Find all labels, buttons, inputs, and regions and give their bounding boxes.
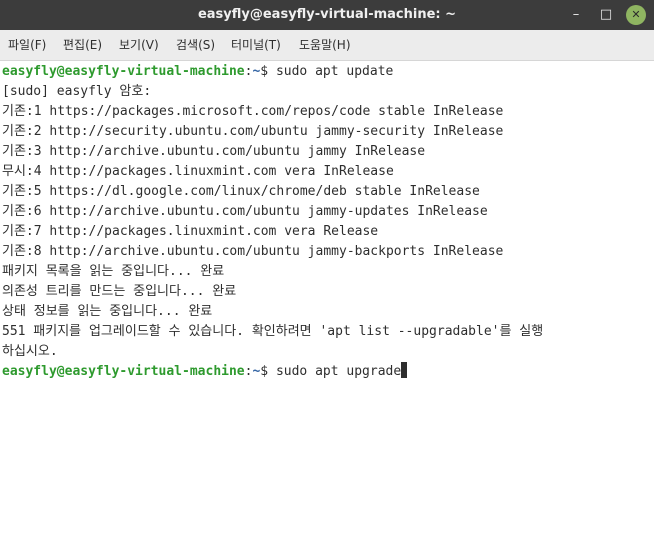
output-line: 기존:7 http://packages.linuxmint.com vera … — [2, 224, 379, 239]
output-line: 기존:1 https://packages.microsoft.com/repo… — [2, 104, 504, 119]
prompt-line: easyfly@easyfly-virtual-machine:~$ sudo … — [2, 362, 408, 382]
output-line: 하십시오. — [2, 344, 58, 359]
prompt-user-host: easyfly@easyfly-virtual-machine — [2, 64, 245, 79]
output-line: 기존:3 http://archive.ubuntu.com/ubuntu ja… — [2, 144, 426, 159]
menu-search[interactable]: 검색(S) — [176, 30, 215, 60]
menu-bar: 파일(F) 편집(E) 보기(V) 검색(S) 터미널(T) 도움말(H) — [0, 30, 654, 61]
minimize-button[interactable]: – — [566, 5, 586, 25]
text-cursor — [401, 362, 408, 378]
prompt-symbol: $ — [260, 64, 276, 79]
maximize-button[interactable]: □ — [596, 5, 616, 25]
output-line: 패키지 목록을 읽는 중입니다... 완료 — [2, 264, 225, 279]
output-line: 무시:4 http://packages.linuxmint.com vera … — [2, 164, 394, 179]
menu-help[interactable]: 도움말(H) — [299, 30, 351, 60]
close-button[interactable]: ✕ — [626, 5, 646, 25]
menu-edit[interactable]: 편집(E) — [63, 30, 102, 60]
prompt-user-host: easyfly@easyfly-virtual-machine — [2, 364, 245, 379]
output-line: 기존:2 http://security.ubuntu.com/ubuntu j… — [2, 124, 504, 139]
menu-view[interactable]: 보기(V) — [119, 30, 159, 60]
output-line: [sudo] easyfly 암호: — [2, 84, 152, 99]
prompt-line: easyfly@easyfly-virtual-machine:~$ sudo … — [2, 64, 394, 79]
prompt-symbol: $ — [260, 364, 276, 379]
terminal-output[interactable]: easyfly@easyfly-virtual-machine:~$ sudo … — [0, 61, 654, 542]
output-line: 551 패키지를 업그레이드할 수 있습니다. 확인하려면 'apt list … — [2, 324, 544, 339]
output-line: 기존:8 http://archive.ubuntu.com/ubuntu ja… — [2, 244, 504, 259]
output-line: 기존:6 http://archive.ubuntu.com/ubuntu ja… — [2, 204, 488, 219]
output-line: 기존:5 https://dl.google.com/linux/chrome/… — [2, 184, 480, 199]
output-line: 상태 정보를 읽는 중입니다... 완료 — [2, 304, 213, 319]
title-bar[interactable]: easyfly@easyfly-virtual-machine: ~ – □ ✕ — [0, 0, 654, 30]
command-text: sudo apt update — [275, 64, 394, 79]
window-title: easyfly@easyfly-virtual-machine: ~ — [197, 7, 457, 22]
menu-file[interactable]: 파일(F) — [8, 30, 46, 60]
menu-terminal[interactable]: 터미널(T) — [231, 30, 281, 60]
terminal-window: easyfly@easyfly-virtual-machine: ~ – □ ✕… — [0, 0, 654, 542]
command-text: sudo apt upgrade — [275, 364, 402, 379]
output-line: 의존성 트리를 만드는 중입니다... 완료 — [2, 284, 237, 299]
